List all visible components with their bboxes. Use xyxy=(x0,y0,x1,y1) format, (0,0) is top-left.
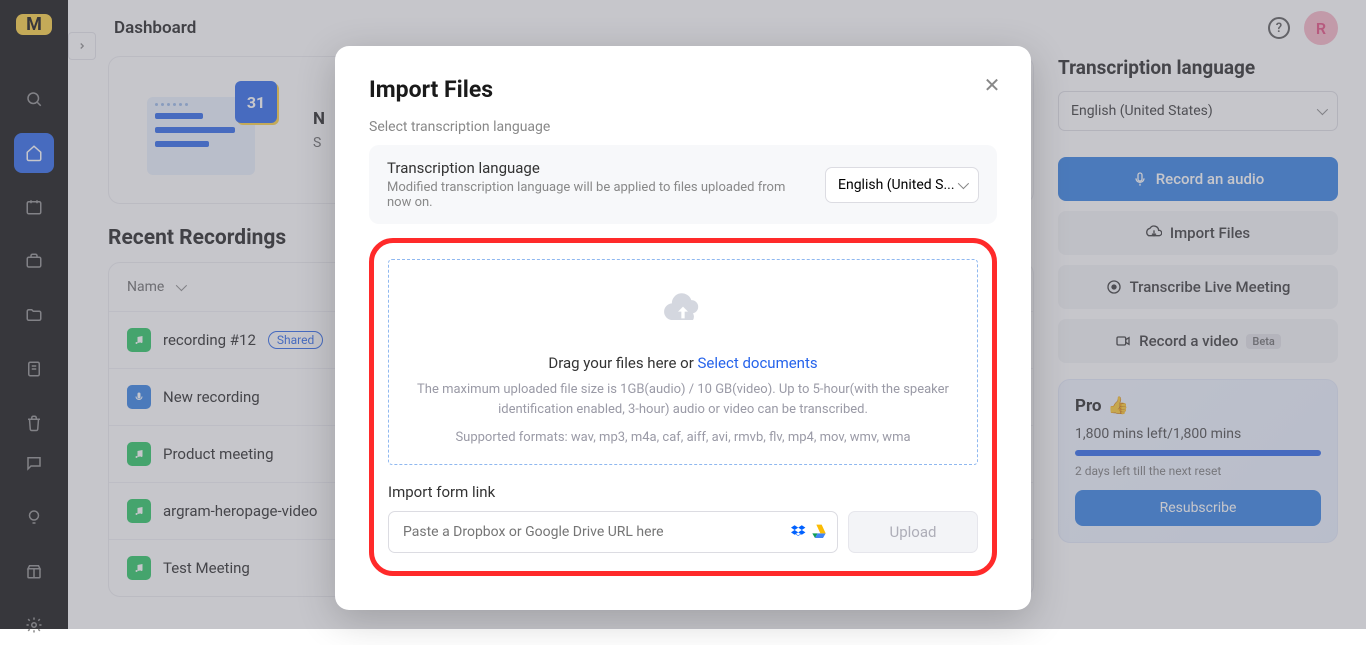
file-dropzone[interactable]: Drag your files here or Select documents… xyxy=(388,259,978,465)
modal-subtitle: Select transcription language xyxy=(369,119,997,135)
import-files-modal: Import Files ✕ Select transcription lang… xyxy=(335,46,1031,610)
language-field-label: Transcription language xyxy=(387,159,809,177)
google-drive-icon[interactable] xyxy=(811,524,827,540)
link-input-wrapper xyxy=(388,511,838,553)
close-icon[interactable]: ✕ xyxy=(979,72,1005,98)
dropzone-text: Drag your files here or Select documents xyxy=(401,354,965,372)
cloud-upload-icon xyxy=(660,290,706,330)
highlight-annotation: Drag your files here or Select documents… xyxy=(369,238,997,576)
language-field-hint: Modified transcription language will be … xyxy=(387,180,809,210)
modal-language-select[interactable]: English (United S... xyxy=(825,167,979,203)
upload-button[interactable]: Upload xyxy=(848,511,978,553)
dropzone-note-formats: Supported formats: wav, mp3, m4a, caf, a… xyxy=(401,428,965,448)
dropzone-note-size: The maximum uploaded file size is 1GB(au… xyxy=(401,380,965,420)
select-documents-link[interactable]: Select documents xyxy=(698,354,818,372)
modal-title: Import Files xyxy=(369,76,997,103)
link-url-input[interactable] xyxy=(399,512,787,552)
import-link-label: Import form link xyxy=(388,483,978,501)
chevron-down-icon xyxy=(958,177,966,193)
language-block: Transcription language Modified transcri… xyxy=(369,145,997,224)
dropbox-icon[interactable] xyxy=(791,524,807,540)
